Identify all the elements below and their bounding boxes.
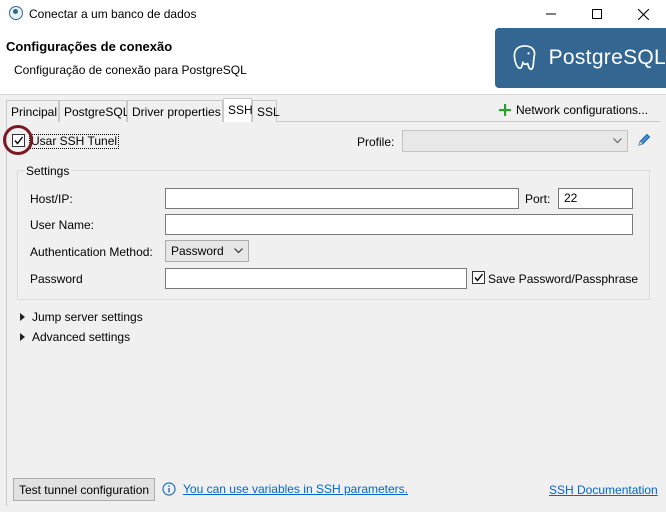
- maximize-icon: [592, 9, 602, 19]
- password-label: Password: [30, 272, 83, 286]
- ssh-documentation-link[interactable]: SSH Documentation: [549, 483, 658, 497]
- triangle-right-icon: [20, 333, 25, 341]
- chevron-down-icon: [613, 138, 622, 144]
- tab-ssl[interactable]: SSL: [252, 100, 280, 122]
- elephant-icon: [513, 45, 536, 71]
- postgresql-logo: PostgreSQL: [495, 28, 666, 88]
- highlight-circle: [3, 125, 33, 155]
- user-name-input[interactable]: [165, 214, 633, 235]
- dialog-header: Configurações de conexão Configuração de…: [0, 28, 666, 95]
- plus-icon: [499, 104, 511, 116]
- logo-text: PostgreSQL: [548, 46, 666, 69]
- save-password-checkbox[interactable]: [472, 271, 485, 284]
- settings-group-title: Settings: [24, 164, 72, 178]
- page-title: Configurações de conexão: [6, 39, 173, 54]
- pencil-icon: [638, 133, 651, 146]
- host-input[interactable]: [165, 188, 519, 209]
- triangle-right-icon: [20, 313, 25, 321]
- app-icon: [9, 6, 23, 20]
- port-input[interactable]: 22: [558, 188, 633, 209]
- checkmark-icon: [474, 273, 484, 282]
- port-label: Port:: [525, 192, 551, 206]
- minimize-button[interactable]: [528, 0, 574, 28]
- save-password-label[interactable]: Save Password/Passphrase: [488, 272, 638, 286]
- chevron-down-icon: [234, 248, 243, 254]
- jump-server-expander[interactable]: Jump server settings: [20, 310, 143, 324]
- network-configurations-label: Network configurations...: [516, 103, 649, 117]
- auth-method-value: Password: [171, 244, 224, 258]
- use-ssh-label[interactable]: Usar SSH Tunel: [29, 134, 120, 149]
- edit-profile-button[interactable]: [636, 132, 652, 151]
- advanced-settings-expander[interactable]: Advanced settings: [20, 330, 130, 344]
- network-configurations-button[interactable]: Network configurations...: [499, 103, 648, 117]
- window-title: Conectar a um banco de dados: [29, 7, 197, 21]
- maximize-button[interactable]: [574, 0, 620, 28]
- page-subtitle: Configuração de conexão para PostgreSQL: [14, 63, 247, 77]
- auth-method-label: Authentication Method:: [30, 245, 153, 259]
- test-tunnel-button[interactable]: Test tunnel configuration: [13, 478, 155, 501]
- auth-method-select[interactable]: Password: [165, 240, 249, 262]
- user-name-label: User Name:: [30, 218, 95, 232]
- info-icon: [162, 482, 176, 499]
- tab-driver-properties[interactable]: Driver properties: [127, 100, 223, 122]
- password-input[interactable]: [165, 268, 467, 289]
- tab-principal[interactable]: Principal: [6, 100, 59, 122]
- tab-postgresql[interactable]: PostgreSQL: [59, 100, 129, 122]
- profile-label: Profile:: [357, 135, 395, 149]
- jump-server-label: Jump server settings: [32, 310, 143, 324]
- host-label: Host/IP:: [30, 192, 73, 206]
- tab-ssh[interactable]: SSH: [223, 98, 253, 122]
- close-button[interactable]: [620, 0, 666, 28]
- close-icon: [637, 8, 649, 20]
- variables-link[interactable]: You can use variables in SSH parameters.: [183, 482, 408, 496]
- profile-select[interactable]: [402, 130, 628, 152]
- minimize-icon: [546, 13, 556, 15]
- advanced-settings-label: Advanced settings: [32, 330, 131, 344]
